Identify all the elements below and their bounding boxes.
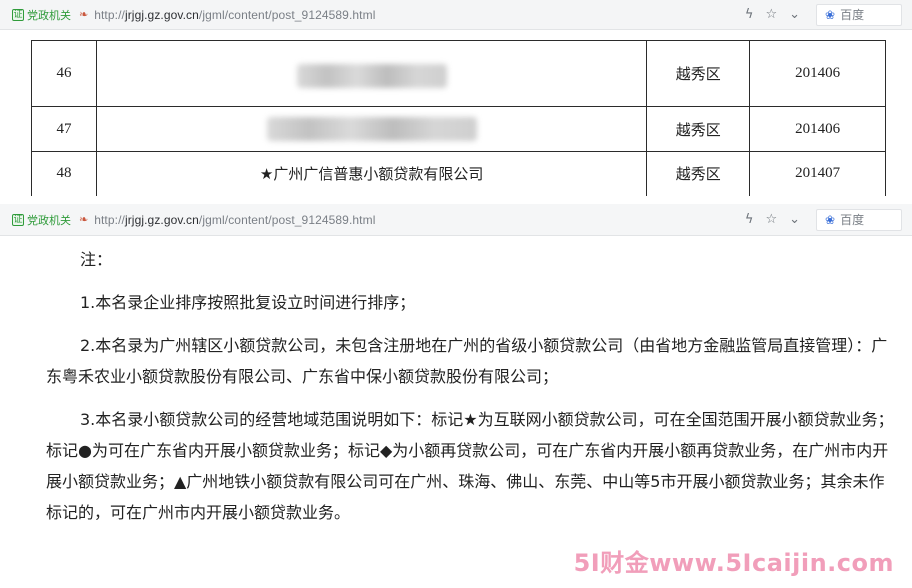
table-row: 46 越秀区 201406 <box>31 40 886 107</box>
page-leaf-icon: ❧ <box>79 8 89 21</box>
row-number: 46 <box>31 40 97 107</box>
gov-badge: 证 党政机关 <box>12 212 71 228</box>
district: 越秀区 <box>646 106 751 152</box>
note-item-1: 1.本名录企业排序按照批复设立时间进行排序； <box>80 293 416 312</box>
address-bar-top[interactable]: 证 党政机关 ❧ http://jrjgj.gz.gov.cn/jgml/con… <box>0 0 912 30</box>
gov-check-icon: 证 <box>12 8 24 21</box>
district: 越秀区 <box>646 40 751 107</box>
notes-heading: 注： <box>80 250 113 269</box>
search-engine-label: 百度 <box>840 8 865 22</box>
row-number: 48 <box>31 151 97 196</box>
company-name-redacted <box>95 106 648 152</box>
redaction-blur <box>266 117 477 141</box>
gov-badge: 证 党政机关 <box>12 7 71 23</box>
baidu-paw-icon: ❀ <box>825 7 836 22</box>
chevron-down-icon[interactable]: ⌄ <box>789 7 800 22</box>
search-engine-label: 百度 <box>840 213 865 227</box>
table-row: 48 ★广州广信普惠小额贷款有限公司 越秀区 201407 <box>31 151 886 196</box>
lightning-icon[interactable]: ϟ <box>745 7 754 22</box>
approval-date: 201406 <box>749 40 886 107</box>
site-watermark: 5I财金www.5Icaijin.com <box>573 549 894 577</box>
approval-date: 201406 <box>749 106 886 152</box>
gov-badge-label: 党政机关 <box>27 9 71 22</box>
address-bar-second[interactable]: 证 党政机关 ❧ http://jrjgj.gz.gov.cn/jgml/con… <box>0 204 912 236</box>
baidu-paw-icon: ❀ <box>825 212 836 227</box>
notes-section: 注： 1.本名录企业排序按照批复设立时间进行排序； 2.本名录为广州辖区小额贷款… <box>46 244 896 540</box>
lightning-icon[interactable]: ϟ <box>745 212 754 227</box>
search-engine-box[interactable]: ❀ 百度 <box>816 208 902 231</box>
chevron-down-icon[interactable]: ⌄ <box>789 212 800 227</box>
company-name-redacted <box>95 40 648 107</box>
url-text[interactable]: http://jrjgj.gz.gov.cn/jgml/content/post… <box>94 213 375 227</box>
gov-check-icon: 证 <box>12 213 24 226</box>
company-table: 46 越秀区 201406 47 越秀区 201406 48 ★广州广信普惠小额… <box>31 40 886 196</box>
company-name: ★广州广信普惠小额贷款有限公司 <box>95 151 648 196</box>
star-icon[interactable]: ☆ <box>765 212 777 227</box>
redaction-blur <box>296 63 447 88</box>
note-item-3: 3.本名录小额贷款公司的经营地域范围说明如下：标记★为互联网小额贷款公司，可在全… <box>46 410 894 522</box>
page-leaf-icon: ❧ <box>79 213 89 226</box>
star-icon[interactable]: ☆ <box>765 7 777 22</box>
url-text[interactable]: http://jrjgj.gz.gov.cn/jgml/content/post… <box>94 8 375 22</box>
table-row: 47 越秀区 201406 <box>31 106 886 152</box>
note-item-2: 2.本名录为广州辖区小额贷款公司，未包含注册地在广州的省级小额贷款公司（由省地方… <box>46 336 888 386</box>
gov-badge-label: 党政机关 <box>27 214 71 227</box>
approval-date: 201407 <box>749 151 886 196</box>
search-engine-box[interactable]: ❀ 百度 <box>816 3 902 26</box>
row-number: 47 <box>31 106 97 152</box>
district: 越秀区 <box>646 151 751 196</box>
